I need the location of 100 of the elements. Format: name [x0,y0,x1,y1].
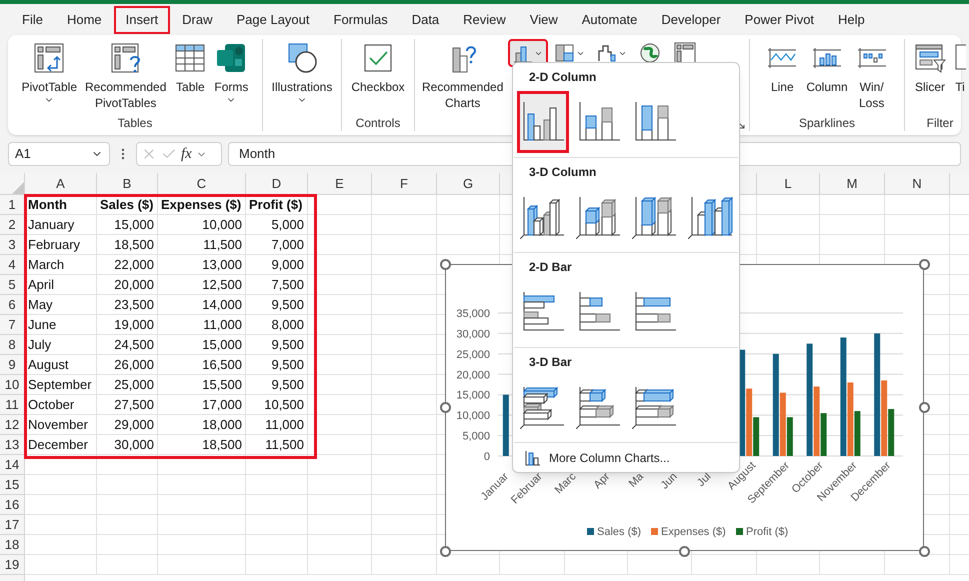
ribbon-button[interactable]: Line [763,39,802,95]
group-label: Controls [354,115,402,131]
axis-label: 25,000 [456,348,490,361]
table-cell-text: 11,000 [203,316,242,334]
row-header: 2 [8,216,16,234]
category-label: Jul [695,470,714,490]
table-cell-text: 14,000 [202,296,242,314]
table-cell-text: 24,500 [114,336,154,354]
ribbon-tab[interactable]: Draw [170,6,224,34]
axis-label: 10,000 [456,410,490,422]
column-header: M [846,174,858,193]
axis-label: 35,000 [456,308,490,320]
section-title: 2-D Bar [528,259,573,276]
table-cell-text: April [28,276,54,294]
table-cell-text: May [28,296,53,314]
row-header: 4 [8,256,16,274]
table-cell-text: 8,000 [271,316,304,334]
table-cell-text: 5,000 [271,216,304,234]
ribbon-tab[interactable]: Formulas [322,6,400,34]
more-charts-link[interactable]: More Column Charts... [513,443,739,472]
row-header: 11 [5,396,19,414]
table-cell-text: 25,000 [114,376,154,394]
legend-item: Profit ($) [736,526,788,538]
ribbon-tab[interactable]: Review [451,6,518,34]
group-label: Filter [926,115,954,131]
ribbon-button[interactable]: Ti [951,39,969,95]
table-cell-text: February [28,236,80,254]
table-cell-text: 9,000 [271,256,304,274]
section-title: 3-D Column [528,164,598,181]
ribbon-tab[interactable]: File [10,6,55,34]
row-header: 19 [4,556,20,574]
row-header: 18 [4,536,20,554]
table-header-cell-text: Profit ($) [249,196,302,214]
table-cell-text: 7,500 [271,276,304,294]
ribbon-button[interactable]: Recommended PivotTables [82,39,170,111]
table-cell-text: 19,000 [114,316,154,334]
table-header-cell-text: Sales ($) [100,196,154,214]
table-cell-text: 22,000 [114,256,154,274]
ribbon-tab[interactable]: Data [400,6,452,34]
table-header-cell-text: Month [28,196,67,214]
table-cell-text: December [28,436,88,454]
ribbon-button[interactable]: Slicer [911,39,949,95]
table-cell-text: 23,500 [114,296,154,314]
legend-item: Expenses ($) [651,526,726,538]
group-label: Tables [116,115,154,131]
table-cell-text: 18,500 [202,436,242,454]
axis-label: 0 [484,451,490,463]
name-box[interactable]: A1 [8,142,110,166]
table-header-cell-text: Expenses ($) [161,196,242,214]
column-header: B [122,174,132,193]
row-header: 3 [8,236,16,254]
table-cell-text: 15,000 [202,336,242,354]
section-title: 3-D Bar [528,354,573,371]
ribbon-tab[interactable]: View [518,6,570,34]
ribbon-button[interactable]: Table [171,39,210,95]
row-header: 5 [8,276,16,294]
column-header: A [56,174,65,193]
column-header: N [912,174,922,193]
table-cell-text: November [28,416,88,434]
row-header: 9 [8,356,16,374]
ribbon-tab[interactable]: Insert [114,6,170,34]
ribbon-tab[interactable]: Power Pivot [732,6,826,34]
table-cell-text: 20,000 [114,276,154,294]
table-cell-text: 15,000 [114,216,154,234]
ribbon-tab[interactable]: Automate [570,6,650,34]
ribbon-button[interactable]: Win/ Loss [852,39,891,111]
legend-label: Profit ($) [746,526,788,538]
ribbon-tab[interactable]: Developer [649,6,733,34]
table-cell-text: September [28,376,92,394]
ribbon-button[interactable]: Recommended Charts [419,39,506,111]
table-cell-text: 9,500 [271,356,304,374]
ribbon-tab[interactable]: Home [54,6,114,34]
insert-function-button[interactable]: fx [181,142,192,166]
ribbon-button[interactable]: Column [803,39,851,95]
legend-label: Sales ($) [597,526,642,538]
ribbon-button[interactable]: Illustrations [268,39,336,105]
axis-label: 15,000 [456,390,490,402]
table-cell-text: 15,500 [202,376,242,394]
column-header: D [272,174,282,193]
row-header: 1 [8,196,16,214]
ribbon-button[interactable]: Forms [211,39,252,105]
table-cell-text: 11,000 [265,416,304,434]
table-cell-text: 27,500 [114,396,154,414]
axis-label: 5,000 [462,430,490,443]
table-cell-text: March [28,256,64,274]
table-cell-text: 9,500 [271,296,304,314]
row-header: 15 [4,476,20,494]
legend-item: Sales ($) [587,526,642,538]
ribbon-tab[interactable]: Help [826,6,877,34]
table-cell-text: 9,500 [271,376,304,394]
row-header: 14 [4,456,20,474]
column-header: G [462,174,474,193]
ribbon-button[interactable]: PivotTable [18,39,80,105]
table-cell-text: July [28,336,52,354]
column-header: L [784,174,792,193]
table-cell-text: 29,000 [114,416,154,434]
ribbon-tab[interactable]: Page Layout [224,6,322,34]
table-cell-text: 7,000 [271,236,304,254]
column-header: C [196,174,206,193]
ribbon-button[interactable]: Checkbox [348,39,408,95]
